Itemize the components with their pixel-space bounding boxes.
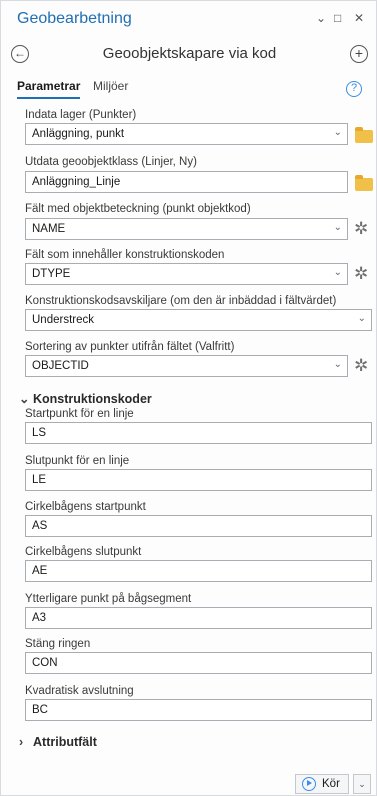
construction-codes-section-label: Konstruktionskoder	[33, 392, 152, 406]
line-start-value: LS	[32, 427, 47, 439]
square-end-value: BC	[32, 704, 48, 716]
pane-title: Geobearbetning	[17, 10, 132, 27]
gear-icon[interactable]: ✲	[354, 220, 368, 237]
pane-titlebar: Geobearbetning ⌄ □ ✕	[1, 1, 377, 35]
sort-field-label: Sortering av punkter utifrån fältet (Val…	[25, 341, 235, 353]
chevron-down-icon: ⌄	[19, 392, 30, 406]
close-ring-label: Stäng ringen	[25, 638, 91, 650]
run-button[interactable]: Kör	[295, 774, 349, 794]
chevron-down-icon: ⌄	[333, 267, 342, 278]
run-options-dropdown[interactable]: ⌄	[353, 774, 371, 794]
close-ring-value: CON	[32, 657, 58, 669]
line-end-label: Slutpunkt för en linje	[25, 455, 130, 467]
geoprocessing-pane: Geobearbetning ⌄ □ ✕ ← Geoobjektskapare …	[0, 0, 377, 796]
gear-icon[interactable]: ✲	[354, 357, 368, 374]
attribute-fields-section-header[interactable]: › Attributfält	[19, 735, 97, 749]
construction-code-field-dropdown[interactable]: DTYPE ⌄	[25, 263, 348, 285]
chevron-down-icon: ⌄	[357, 313, 366, 324]
folder-icon[interactable]	[355, 127, 373, 143]
arc-extra-point-input[interactable]: A3	[25, 607, 372, 629]
square-end-input[interactable]: BC	[25, 699, 372, 721]
object-code-field-label: Fält med objektbeteckning (punkt objektk…	[25, 203, 251, 215]
arc-extra-point-label: Ytterligare punkt på bågsegment	[25, 593, 192, 605]
construction-codes-section-header[interactable]: ⌄ Konstruktionskoder	[19, 391, 152, 406]
tool-title: Geoobjektskapare via kod	[102, 45, 277, 62]
arc-start-input[interactable]: AS	[25, 515, 372, 537]
folder-icon[interactable]	[355, 175, 373, 191]
minimize-button[interactable]: ⌄	[316, 11, 326, 25]
input-layer-dropdown[interactable]: Anläggning, punkt ⌄	[25, 123, 348, 145]
gear-icon[interactable]: ✲	[354, 265, 368, 282]
attribute-fields-section-label: Attributfält	[33, 735, 97, 749]
square-end-label: Kvadratisk avslutning	[25, 685, 134, 697]
arc-end-label: Cirkelbågens slutpunkt	[25, 546, 142, 558]
arc-extra-point-value: A3	[32, 612, 47, 624]
line-end-input[interactable]: LE	[25, 469, 372, 491]
object-code-field-dropdown[interactable]: NAME ⌄	[25, 218, 348, 240]
output-featureclass-input[interactable]: Anläggning_Linje	[25, 171, 348, 193]
close-ring-input[interactable]: CON	[25, 652, 372, 674]
construction-code-field-label: Fält som innehåller konstruktionskoden	[25, 249, 225, 261]
construction-code-field-value: DTYPE	[32, 268, 71, 280]
separator-dropdown[interactable]: Understreck ⌄	[25, 309, 372, 331]
separator-value: Understreck	[32, 314, 94, 326]
help-icon[interactable]: ?	[346, 81, 362, 97]
chevron-right-icon: ›	[19, 735, 24, 749]
sort-field-dropdown[interactable]: OBJECTID ⌄	[25, 355, 348, 377]
arc-start-value: AS	[32, 520, 48, 532]
arc-end-value: AE	[32, 565, 48, 577]
add-icon[interactable]: +	[350, 45, 368, 63]
object-code-field-value: NAME	[32, 223, 66, 235]
input-layer-value: Anläggning, punkt	[32, 128, 125, 140]
line-end-value: LE	[32, 474, 47, 486]
run-button-label: Kör	[322, 778, 340, 790]
separator-label: Konstruktionskodsavskiljare (om den är i…	[25, 295, 337, 307]
tab-environments[interactable]: Miljöer	[93, 79, 128, 93]
maximize-button[interactable]: □	[334, 11, 341, 25]
output-featureclass-label: Utdata geoobjektklass (Linjer, Ny)	[25, 156, 197, 168]
arc-start-label: Cirkelbågens startpunkt	[25, 501, 146, 513]
output-featureclass-value: Anläggning_Linje	[32, 176, 121, 188]
chevron-down-icon: ⌄	[333, 127, 342, 138]
arc-end-input[interactable]: AE	[25, 560, 372, 582]
tab-parameters[interactable]: Parametrar	[17, 79, 81, 99]
line-start-input[interactable]: LS	[25, 422, 372, 444]
play-icon	[302, 777, 316, 791]
sort-field-value: OBJECTID	[32, 360, 89, 372]
input-layer-label: Indata lager (Punkter)	[25, 109, 137, 121]
chevron-down-icon: ⌄	[333, 222, 342, 233]
line-start-label: Startpunkt för en linje	[25, 408, 134, 420]
close-button[interactable]: ✕	[354, 11, 364, 25]
chevron-down-icon: ⌄	[333, 359, 342, 370]
